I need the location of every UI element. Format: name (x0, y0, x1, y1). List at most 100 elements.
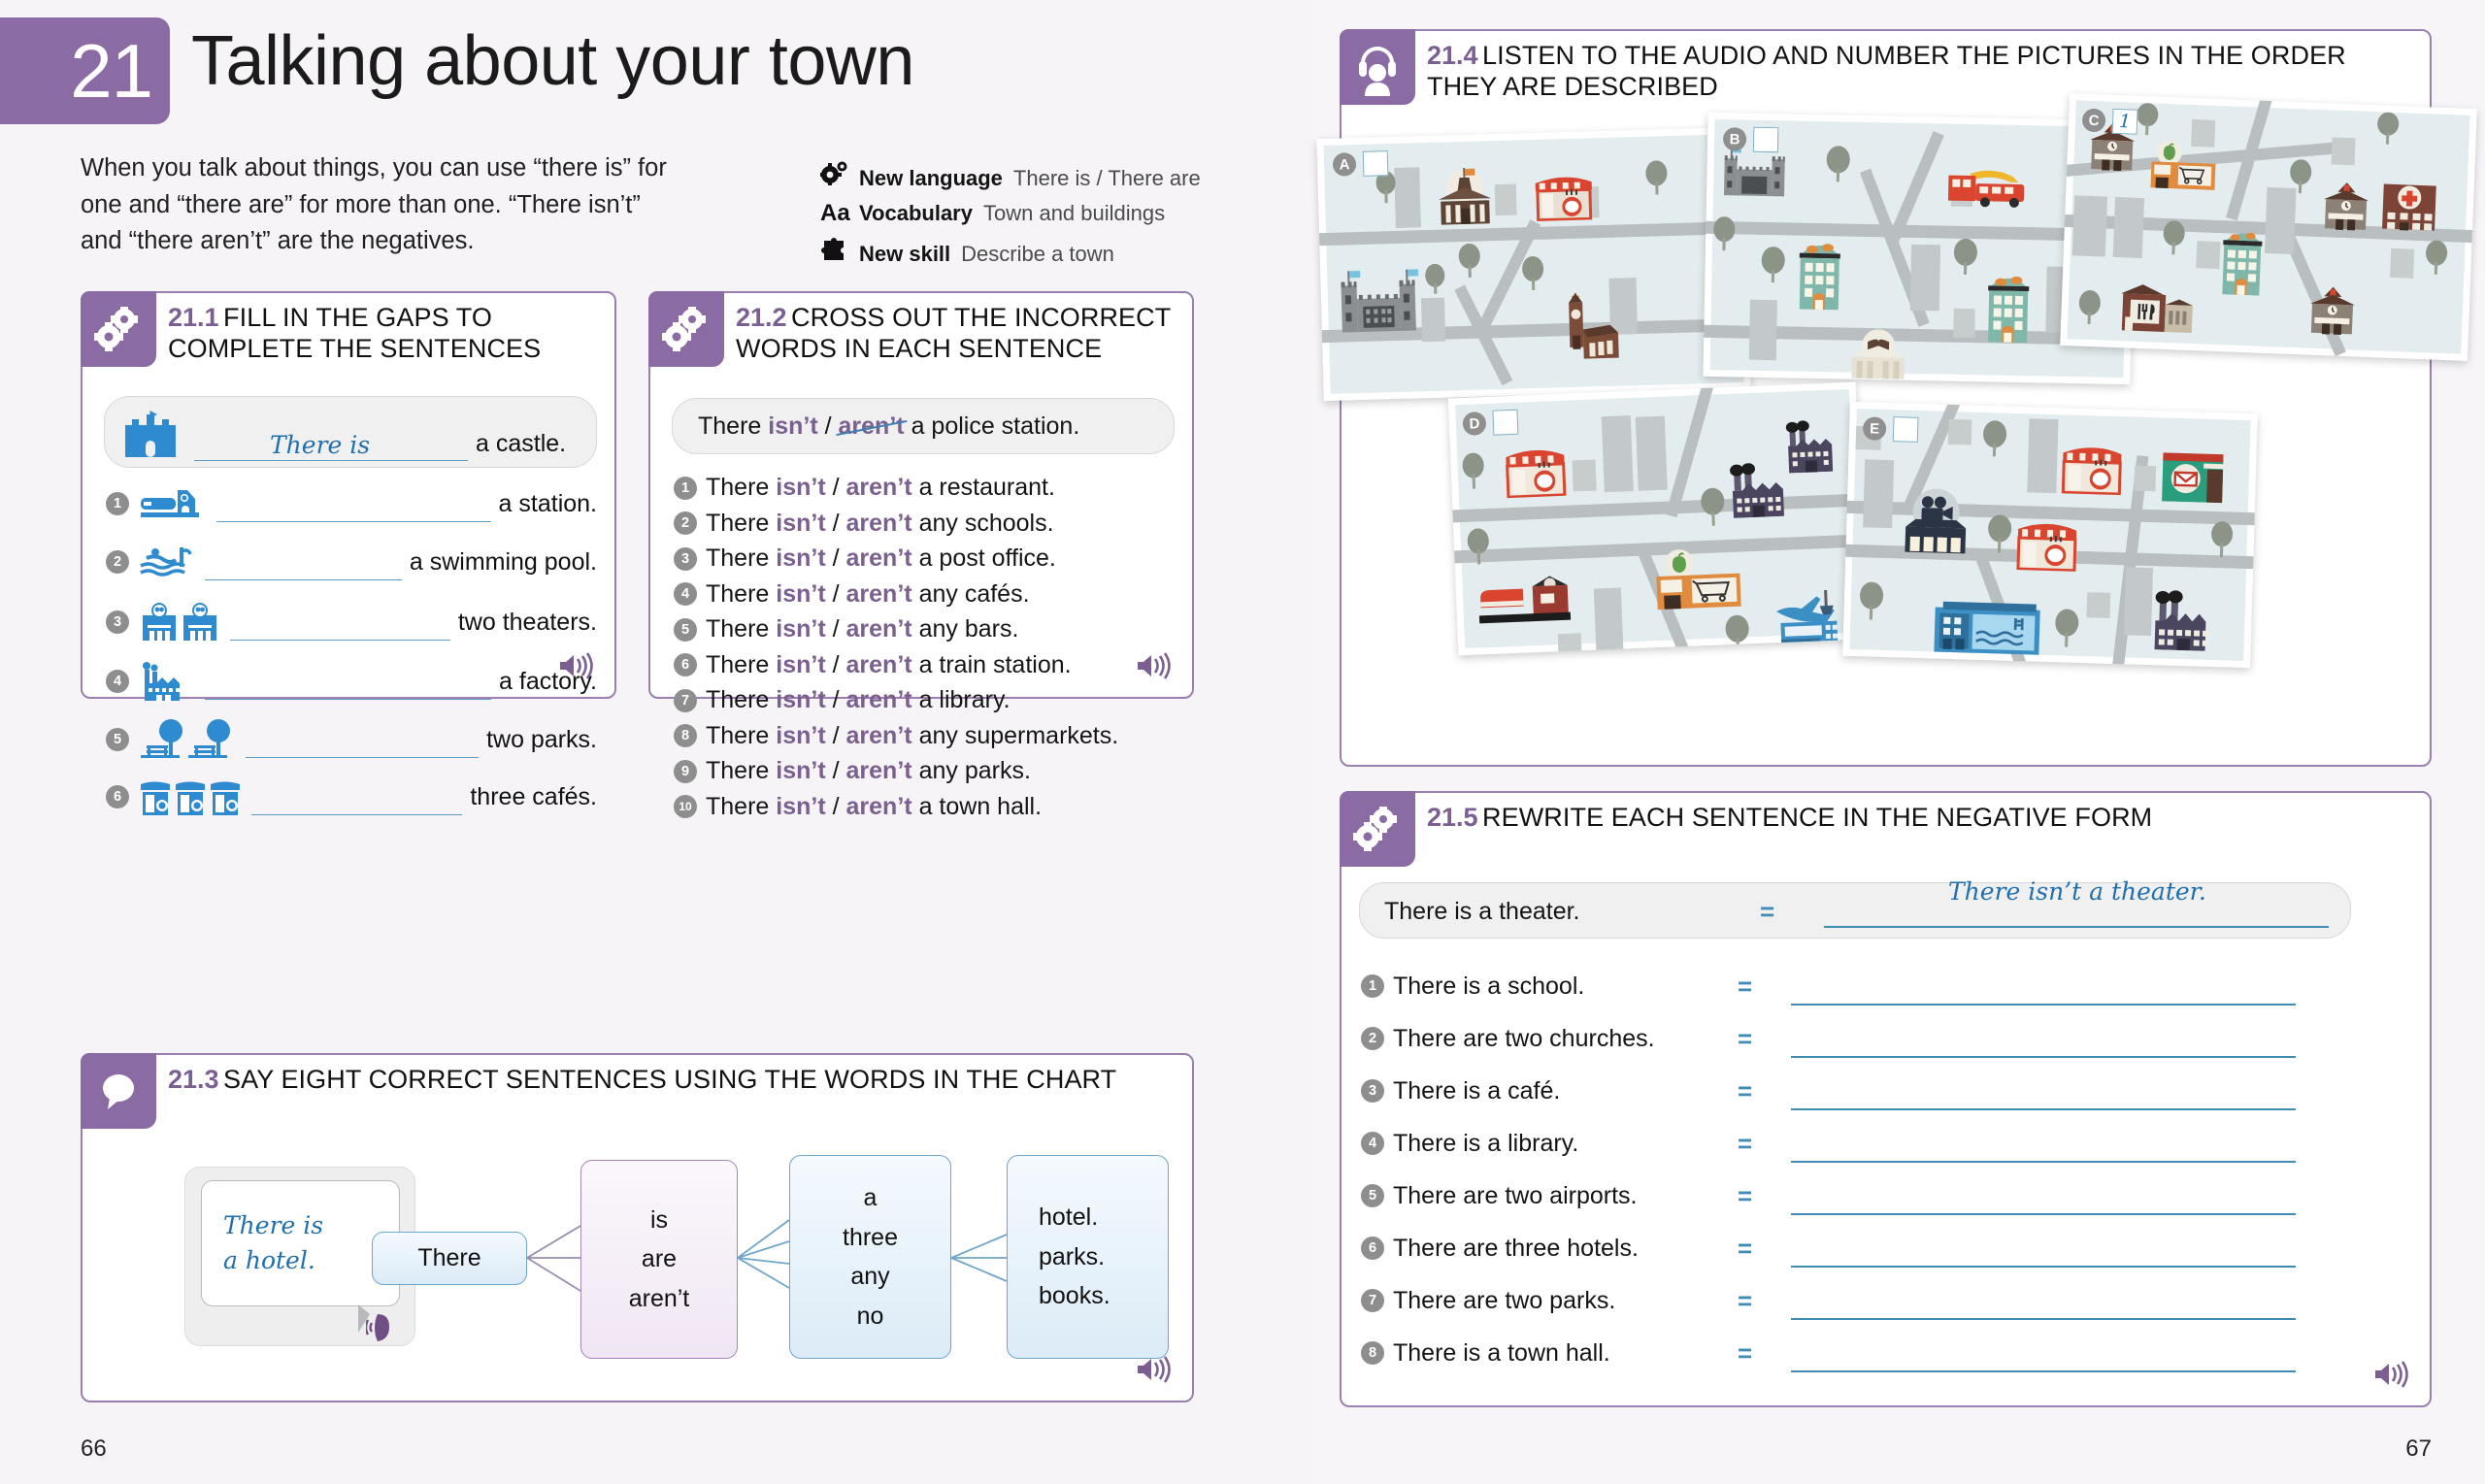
chart-column-there[interactable]: There (372, 1232, 527, 1285)
workbook-spread: 21 Talking about your town When you talk… (0, 0, 2485, 1484)
cafe-icon (2060, 439, 2124, 500)
map-card-d[interactable]: D (1447, 381, 1867, 656)
option-arent[interactable]: aren’t (846, 757, 912, 785)
example-answer: There is (270, 431, 371, 459)
map-card-e[interactable]: E (1842, 401, 2258, 669)
card-tag-c[interactable]: C 1 (2081, 108, 2138, 135)
answer-line[interactable] (230, 615, 450, 641)
page-title: Talking about your town (191, 22, 914, 100)
card-tag-b[interactable]: B (1722, 126, 1779, 153)
answer-line[interactable] (1791, 1085, 2297, 1110)
exercise-title: FILL IN THE GAPS TO COMPLETE THE SENTENC… (168, 303, 542, 363)
option-isnt[interactable]: isn’t (776, 474, 825, 502)
answer-line[interactable] (1791, 1138, 2297, 1163)
item-number: 5 (674, 617, 697, 642)
option-isnt[interactable]: isn’t (776, 544, 825, 573)
answer-line[interactable] (1791, 1295, 2297, 1320)
swimming-pool-icon (1932, 597, 2042, 661)
option-arent[interactable]: aren’t (846, 651, 912, 679)
option-arent[interactable]: aren’t (846, 474, 912, 502)
option-arent[interactable]: aren’t (846, 686, 912, 714)
hotel-icon (2216, 224, 2268, 301)
option-isnt[interactable]: isn’t (776, 651, 825, 679)
train-station-icon (1477, 573, 1578, 632)
item-number: 3 (674, 546, 697, 571)
equals-sign: = (1738, 1075, 1752, 1105)
card-tag-d[interactable]: D (1462, 409, 1519, 437)
page-number-right: 67 (2405, 1435, 2432, 1462)
chart-word: books. (1039, 1282, 1110, 1310)
answer-line[interactable]: There isn’t a theater. (1824, 877, 2329, 928)
chart-word: are (641, 1245, 678, 1273)
answer-line[interactable] (1791, 1347, 2297, 1372)
answer-line[interactable] (246, 733, 480, 758)
option-isnt[interactable]: isn’t (776, 757, 825, 785)
option-arent[interactable]: aren’t (846, 510, 912, 538)
option-arent[interactable]: aren’t (839, 412, 905, 441)
answer-line[interactable] (205, 675, 492, 700)
speaker-icon[interactable] (1136, 651, 1171, 685)
item-number: 6 (106, 785, 129, 808)
sentence-tail: a swimming pool. (409, 547, 597, 576)
item-number: 1 (1361, 974, 1384, 998)
answer-box[interactable]: 1 (2111, 108, 2138, 135)
speaker-icon[interactable] (2373, 1360, 2408, 1394)
answer-line[interactable] (216, 497, 491, 522)
chart-column-determiners[interactable]: a three any no (789, 1155, 951, 1359)
table-row: 6 There are three hotels. = (1361, 1222, 2355, 1274)
item-number: 10 (674, 795, 697, 818)
meta-row-new-skill: New skill Describe a town (820, 236, 1267, 267)
item-number: 2 (106, 550, 129, 574)
prompt-sentence: There is a theater. (1384, 898, 1580, 925)
option-isnt[interactable]: isn’t (776, 615, 825, 643)
option-arent[interactable]: aren’t (846, 615, 912, 643)
speaker-icon[interactable] (1136, 1355, 1171, 1389)
parks-icon (139, 718, 238, 761)
museum-icon (1436, 165, 1494, 232)
answer-line[interactable] (1791, 1242, 2297, 1268)
map-card-c[interactable]: C 1 (2060, 93, 2477, 361)
map-card-a[interactable]: A (1316, 126, 1751, 402)
sentence-tail: a castle. (476, 430, 567, 457)
answer-line[interactable] (1791, 1190, 2297, 1215)
speaker-icon[interactable] (558, 651, 593, 685)
chart-word: no (856, 1302, 884, 1330)
hotel-icon (1794, 236, 1846, 315)
card-tag-e[interactable]: E (1862, 415, 1919, 443)
answer-box[interactable] (1492, 409, 1519, 436)
option-arent[interactable]: aren’t (846, 544, 912, 573)
card-tag-a[interactable]: A (1332, 150, 1389, 178)
chart-column-nouns[interactable]: hotel. parks. books. (1007, 1155, 1169, 1359)
option-arent[interactable]: aren’t (846, 722, 912, 750)
chart-column-verbs[interactable]: is are aren’t (580, 1160, 738, 1359)
answer-line[interactable] (251, 790, 463, 815)
table-row: 3 There is a café. = (1361, 1065, 2355, 1117)
exercise-title: REWRITE EACH SENTENCE IN THE NEGATIVE FO… (1482, 803, 2153, 832)
option-isnt[interactable]: isn’t (776, 510, 825, 538)
cinema-icon (1899, 487, 1972, 560)
exercise-number: 21.4 (1427, 41, 1478, 70)
sentence-post: any parks. (918, 757, 1031, 784)
option-arent[interactable]: aren’t (846, 793, 912, 821)
answer-line[interactable] (1791, 980, 2297, 1006)
item-number: 6 (674, 653, 697, 676)
option-isnt[interactable]: isn’t (776, 686, 825, 714)
option-isnt[interactable]: isn’t (776, 580, 825, 609)
exercise-heading: 21.4 LISTEN TO THE AUDIO AND NUMBER THE … (1427, 41, 2416, 103)
answer-box[interactable] (1892, 416, 1919, 443)
chapter-header: 21 Talking about your town (0, 17, 914, 124)
option-isnt[interactable]: isn’t (768, 412, 817, 441)
option-isnt[interactable]: isn’t (776, 793, 825, 821)
supermarket-icon (2148, 140, 2218, 196)
answer-line[interactable] (205, 555, 402, 580)
answer-line[interactable]: There is (194, 431, 468, 461)
answer-box[interactable] (1752, 126, 1779, 153)
answer-line[interactable] (1791, 1033, 2297, 1058)
table-row: 4 There is a library. = (1361, 1117, 2355, 1170)
option-arent[interactable]: aren’t (846, 580, 912, 609)
answer-box[interactable] (1362, 150, 1389, 177)
example-row: There is a castle. (104, 396, 597, 468)
map-background (2061, 96, 2477, 357)
post-office-icon (2160, 448, 2230, 508)
option-isnt[interactable]: isn’t (776, 722, 825, 750)
